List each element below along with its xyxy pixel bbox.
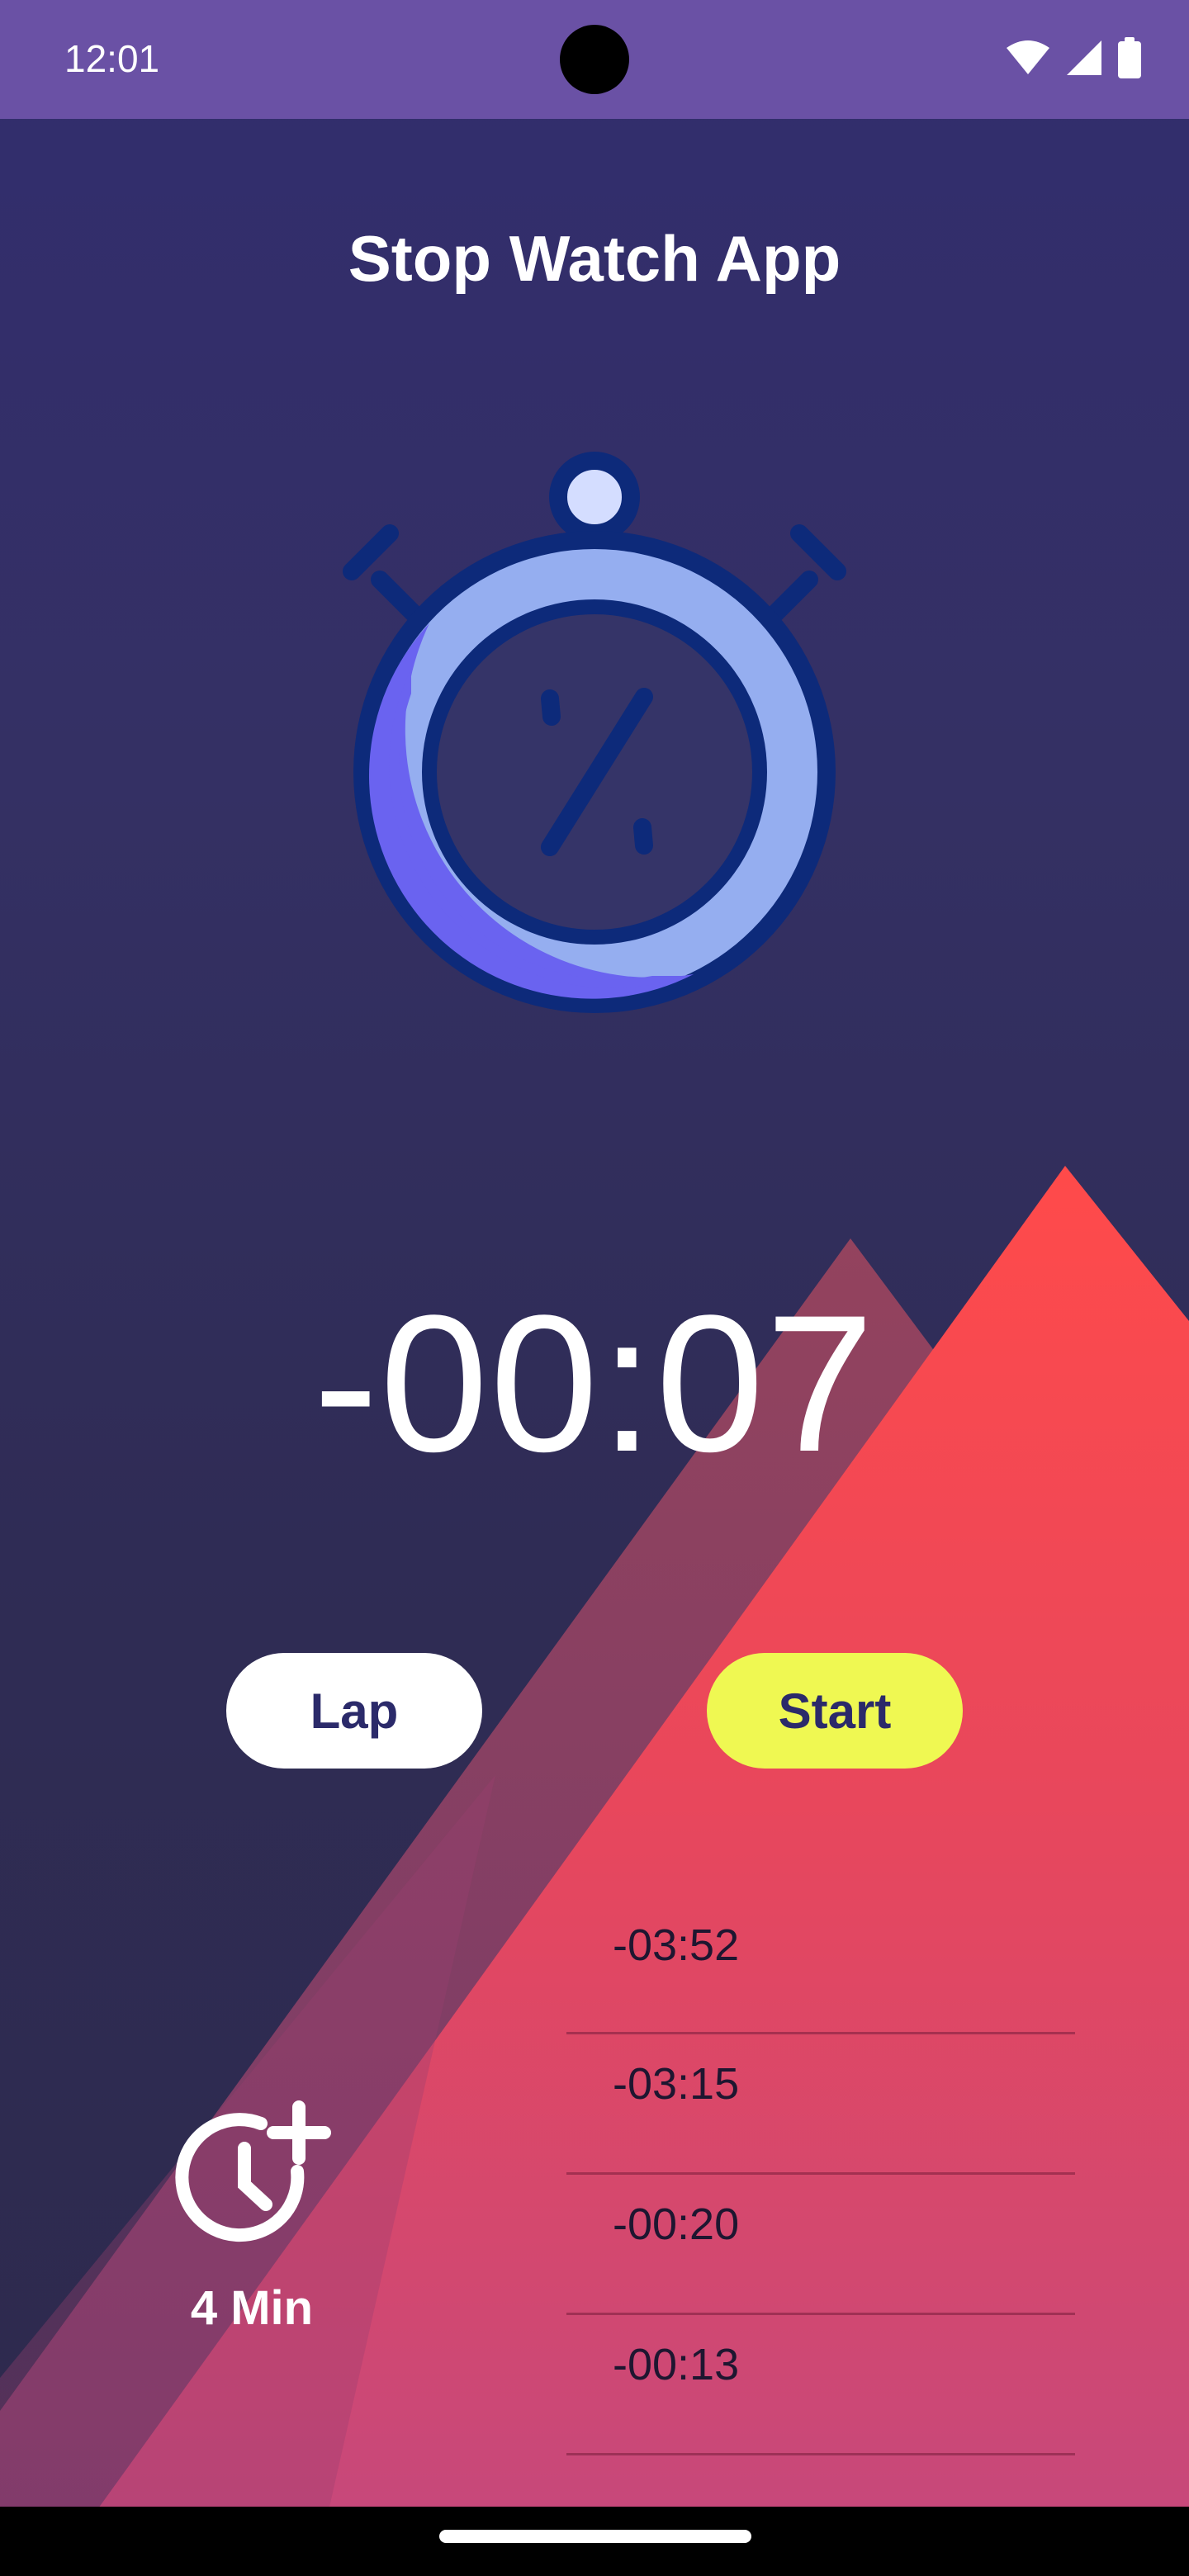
add-time-button[interactable]: 4 Min [165,2097,339,2353]
lap-item[interactable]: -00:20 [566,2175,1075,2315]
lap-time: -03:52 [613,1920,740,1970]
start-button[interactable]: Start [707,1653,963,1769]
lap-time: -03:15 [613,2058,740,2109]
lap-time: -00:20 [613,2199,740,2249]
stopwatch-screen: 12:01 Stop Watch App -00:07 Lap Start -0… [0,0,1189,2576]
status-icons [1006,36,1141,79]
home-gesture-handle[interactable] [439,2530,751,2543]
page-title: Stop Watch App [348,222,841,295]
wifi-icon [1007,40,1049,74]
lap-button[interactable]: Lap [226,1653,482,1769]
stopwatch-icon [343,452,846,1013]
timer-display: -00:07 [313,1275,876,1493]
add-time-label: 4 Min [190,2281,314,2335]
lap-item[interactable]: -00:13 [566,2315,1075,2455]
lap-time: -00:13 [613,2339,740,2389]
lap-item[interactable]: -03:15 [566,2034,1075,2175]
battery-icon [1118,37,1141,78]
clock-plus-icon [175,2100,331,2242]
lap-item[interactable]: -03:52 [566,1897,1075,2034]
camera-cutout [560,25,629,94]
lap-list[interactable]: -03:52 -03:15 -00:20 -00:13 [566,1897,1075,2455]
status-bar: 12:01 [0,0,1189,119]
status-time: 12:01 [64,37,160,80]
signal-icon [1067,40,1101,75]
